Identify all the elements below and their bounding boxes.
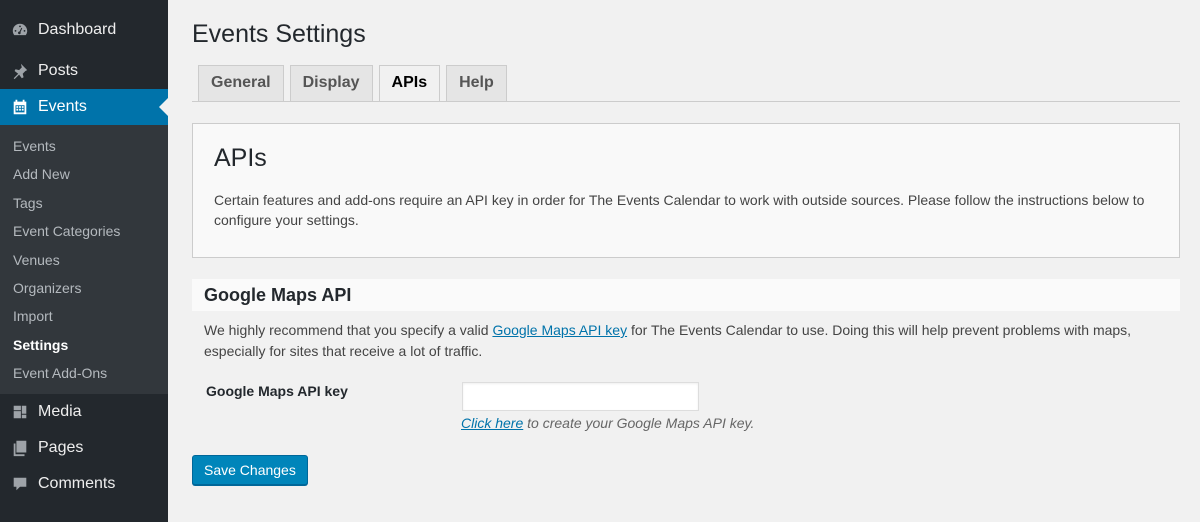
pin-icon (10, 61, 30, 81)
submenu-item-events[interactable]: Events (0, 132, 168, 160)
menu-label: Pages (38, 438, 84, 456)
tab-general[interactable]: General (198, 65, 284, 101)
calendar-icon (10, 97, 30, 117)
settings-tabs: General Display APIs Help (198, 65, 513, 102)
submenu-item-event-categories[interactable]: Event Categories (0, 217, 168, 245)
menu-label: Media (38, 402, 82, 420)
apis-heading: APIs (214, 144, 267, 172)
save-changes-button[interactable]: Save Changes (192, 455, 308, 485)
click-here-link[interactable]: Click here (461, 415, 523, 431)
apis-description: Certain features and add-ons require an … (214, 192, 1145, 228)
menu-events[interactable]: Events (0, 89, 168, 125)
page-title: Events Settings (192, 20, 366, 48)
pages-icon (10, 438, 30, 458)
google-maps-api-key-input[interactable] (462, 382, 699, 411)
dashboard-icon (10, 20, 30, 40)
google-maps-description: We highly recommend that you specify a v… (204, 320, 1174, 362)
apis-intro-box: APIs Certain features and add-ons requir… (192, 123, 1180, 258)
submenu-item-import[interactable]: Import (0, 302, 168, 330)
menu-posts[interactable]: Posts (0, 53, 168, 89)
google-maps-api-key-link[interactable]: Google Maps API key (492, 322, 627, 338)
submenu-item-organizers[interactable]: Organizers (0, 274, 168, 302)
google-maps-api-key-label: Google Maps API key (206, 383, 348, 399)
desc-text-before: We highly recommend that you specify a v… (204, 322, 493, 338)
submenu-item-settings[interactable]: Settings (0, 331, 168, 359)
api-key-helper: Click here to create your Google Maps AP… (461, 415, 754, 431)
tab-display[interactable]: Display (289, 65, 373, 101)
menu-label: Dashboard (38, 21, 117, 38)
events-submenu: Events Add New Tags Event Categories Ven… (0, 125, 168, 394)
menu-media[interactable]: Media (0, 394, 168, 430)
submenu-item-tags[interactable]: Tags (0, 189, 168, 217)
helper-text: to create your Google Maps API key. (523, 415, 755, 431)
comments-icon (10, 474, 30, 494)
menu-label: Events (38, 98, 87, 115)
google-maps-section-header: Google Maps API (192, 279, 1180, 311)
media-icon (10, 402, 30, 422)
admin-sidebar: Dashboard Posts Events Events Add New Ta… (0, 0, 168, 522)
submenu-item-event-add-ons[interactable]: Event Add-Ons (0, 359, 168, 387)
submenu-item-venues[interactable]: Venues (0, 246, 168, 274)
submenu-item-add-new[interactable]: Add New (0, 160, 168, 188)
menu-dashboard[interactable]: Dashboard (0, 12, 168, 48)
menu-comments[interactable]: Comments (0, 466, 168, 502)
menu-label: Posts (38, 62, 79, 79)
google-maps-section-title: Google Maps API (204, 285, 352, 305)
tab-apis[interactable]: APIs (378, 65, 441, 102)
menu-pages[interactable]: Pages (0, 430, 168, 466)
tab-help[interactable]: Help (446, 65, 507, 101)
tab-divider (192, 101, 1180, 102)
menu-label: Comments (38, 474, 116, 492)
